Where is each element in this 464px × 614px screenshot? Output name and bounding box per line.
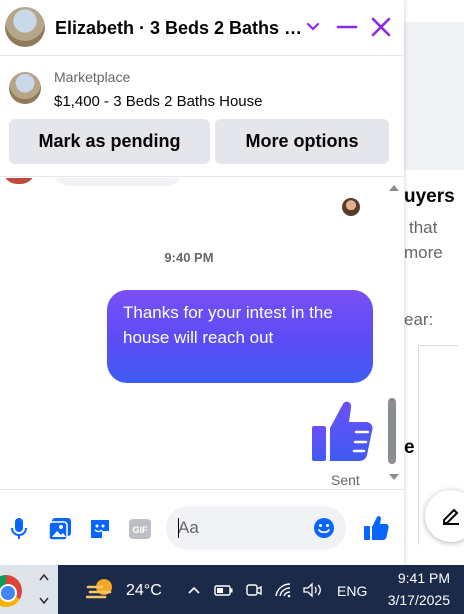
photo-icon[interactable] [48,517,72,541]
chat-window: Elizabeth · 3 Beds 2 Baths … Marketplace… [0,0,404,565]
battery-icon[interactable] [214,582,234,598]
previous-message-bubble [52,178,184,186]
minimize-icon[interactable] [336,15,358,39]
message-composer: GIF [0,489,404,565]
weather-haze-icon[interactable] [86,577,116,603]
text-cursor [178,518,179,538]
contact-avatar[interactable] [5,7,45,47]
seen-by-avatar [342,198,360,216]
listing-title[interactable]: $1,400 - 3 Beds 2 Baths House [54,93,262,110]
taskbar-clock-date[interactable]: 3/17/2025 [380,592,450,608]
input-language[interactable]: ENG [337,583,367,599]
chevron-down-icon[interactable] [38,594,50,614]
mark-as-pending-button[interactable]: Mark as pending [9,119,210,164]
message-status: Sent [331,472,360,488]
chevron-up-icon[interactable] [38,567,50,587]
wifi-icon[interactable] [274,582,294,598]
chat-header[interactable]: Elizabeth · 3 Beds 2 Baths … [0,0,404,56]
weather-temperature[interactable]: 24°C [126,582,162,600]
more-options-button[interactable]: More options [215,119,389,164]
scrollbar-thumb[interactable] [388,398,396,464]
background-side-text: e [404,437,415,458]
scroll-down-arrow-icon[interactable] [388,472,400,482]
show-hidden-icons-icon[interactable] [186,582,202,598]
message-timestamp: 9:40 PM [164,250,214,265]
compose-icon [443,508,459,525]
chrome-icon[interactable] [0,575,22,607]
background-topbar [404,0,464,22]
marketplace-listing-banner: Marketplace $1,400 - 3 Beds 2 Baths Hous… [0,57,404,177]
windows-taskbar: 24°C ENG 9:41 PM 3/17/2025 [0,565,464,614]
background-label: ear: [404,310,434,329]
taskbar-clock-time[interactable]: 9:41 PM [384,570,450,586]
message-list[interactable]: 9:40 PM Thanks for your intest in the ho… [0,178,404,488]
thumbs-up-icon[interactable] [310,398,374,464]
svg-text:GIF: GIF [133,525,149,535]
scroll-up-arrow-icon[interactable] [388,183,400,193]
taskbar-scroll-arrows[interactable] [38,567,50,614]
sticker-icon[interactable] [88,517,112,541]
close-icon[interactable] [370,15,392,39]
chat-title[interactable]: Elizabeth · 3 Beds 2 Baths … [55,18,302,39]
previous-sender-avatar [3,178,35,184]
message-scrollbar[interactable] [384,178,402,488]
camera-in-use-icon[interactable] [245,582,263,598]
microphone-icon[interactable] [10,517,28,541]
background-text-line-2: more [404,243,443,262]
listing-thumbnail[interactable] [9,72,41,104]
listing-source-label: Marketplace [54,69,131,85]
background-heading: uyers [404,186,455,207]
gif-icon[interactable]: GIF [128,517,152,541]
background-text-line-1: that [409,218,438,237]
outgoing-message-bubble[interactable]: Thanks for your intest in the house will… [107,290,373,383]
chevron-down-icon[interactable] [305,15,321,39]
emoji-icon[interactable] [313,517,335,539]
volume-icon[interactable] [302,582,324,598]
send-like-icon[interactable] [363,515,389,541]
taskbar-app-strip [0,565,58,614]
